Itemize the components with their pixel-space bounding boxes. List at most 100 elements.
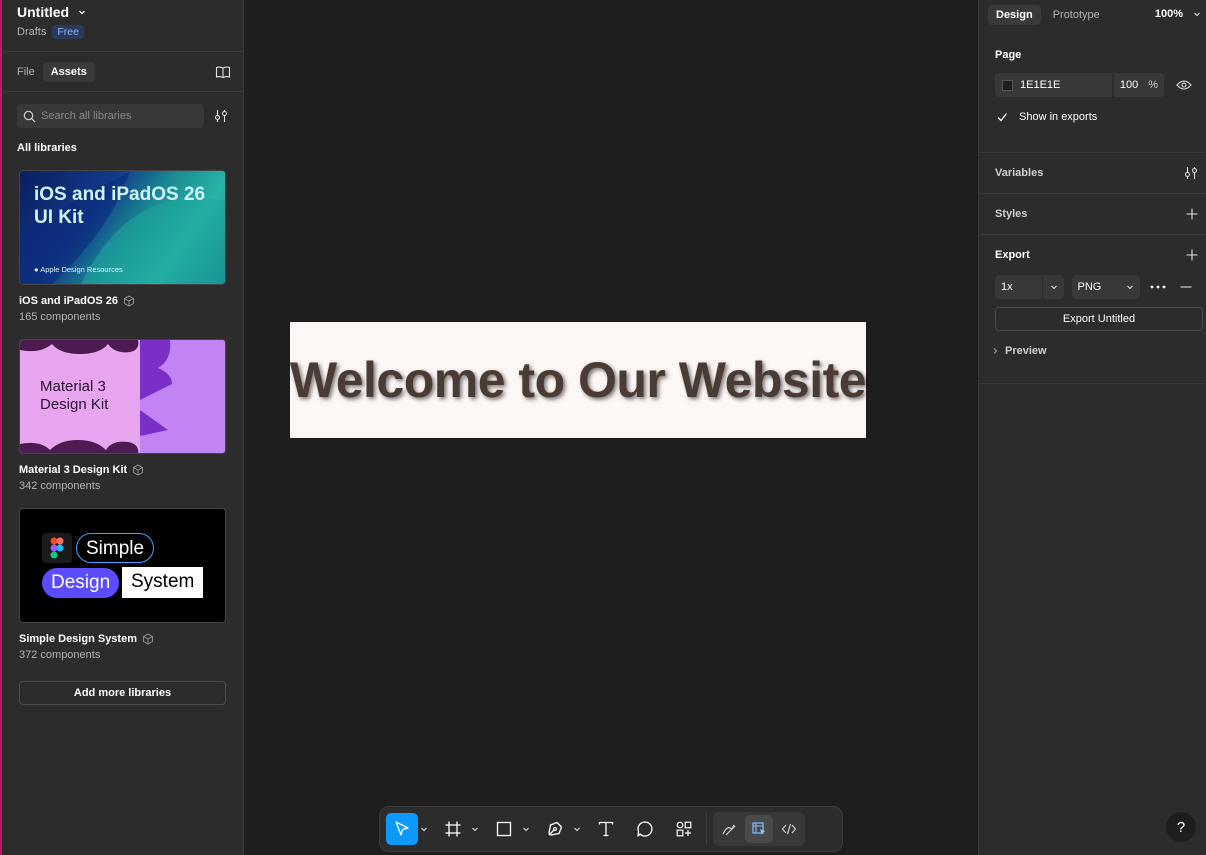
actions-tool[interactable] — [668, 813, 700, 845]
library-count: 372 components — [19, 649, 101, 661]
rectangle-tool[interactable] — [488, 813, 520, 845]
export-scale-select[interactable]: 1x — [995, 275, 1064, 299]
remove-export-minus-icon[interactable] — [1180, 286, 1192, 288]
move-tool[interactable] — [386, 813, 418, 845]
filter-icon[interactable] — [214, 109, 228, 123]
variables-section: Variables — [979, 153, 1206, 194]
app-window: Untitled Drafts Free File Assets Search … — [0, 0, 1206, 855]
file-title[interactable]: Untitled — [17, 4, 69, 20]
mode-switcher — [713, 812, 805, 846]
canvas-frame[interactable]: Welcome to Our Website — [290, 322, 867, 438]
tab-prototype[interactable]: Prototype — [1045, 5, 1108, 25]
styles-section: Styles — [979, 194, 1206, 235]
library-card-simple-design[interactable]: Simple Design System Simple Design Syste… — [19, 508, 226, 661]
plan-badge: Free — [52, 25, 84, 39]
variables-heading: Variables — [995, 167, 1044, 179]
pen-tool[interactable] — [539, 813, 571, 845]
fill-opacity-field[interactable]: 100 % — [1113, 73, 1164, 97]
add-style-plus-icon[interactable] — [1186, 208, 1198, 220]
export-format-value[interactable]: PNG — [1078, 281, 1102, 293]
chevron-down-icon[interactable] — [1126, 283, 1134, 291]
rectangle-tool-chevron-icon[interactable] — [520, 813, 532, 845]
thumb-title-line2: Design Kit — [40, 396, 109, 413]
eye-icon[interactable] — [1176, 79, 1192, 91]
tab-assets[interactable]: Assets — [42, 61, 95, 82]
help-button[interactable]: ? — [1166, 812, 1196, 842]
comment-tool[interactable] — [629, 813, 661, 845]
thumb-word-system: System — [122, 567, 204, 598]
canvas[interactable]: Welcome to Our Website — [244, 0, 978, 855]
page-fill-color-field[interactable]: 1E1E1E — [995, 73, 1112, 97]
zoom-dropdown[interactable]: 100% — [1155, 8, 1201, 20]
frame-heading-text[interactable]: Welcome to Our Website — [290, 351, 867, 409]
fill-hex-value[interactable]: 1E1E1E — [1020, 79, 1060, 91]
library-count: 342 components — [19, 480, 101, 492]
export-scale-value[interactable]: 1x — [1001, 281, 1013, 293]
tab-file[interactable]: File — [17, 62, 43, 82]
add-export-plus-icon[interactable] — [1186, 249, 1198, 261]
move-tool-chevron-icon[interactable] — [418, 813, 430, 845]
chevron-down-icon[interactable] — [1193, 10, 1201, 18]
library-count: 165 components — [19, 311, 101, 323]
zoom-value[interactable]: 100% — [1155, 8, 1183, 20]
dev-mode-icon[interactable] — [775, 815, 803, 843]
left-sidebar: Untitled Drafts Free File Assets Search … — [2, 0, 244, 855]
preview-label[interactable]: Preview — [1005, 345, 1047, 357]
text-tool[interactable] — [590, 813, 622, 845]
pen-tool-chevron-icon[interactable] — [571, 813, 583, 845]
chevron-down-icon[interactable] — [77, 7, 87, 17]
library-card-ios[interactable]: iOS and iPadOS 26 UI Kit ● Apple Design R… — [19, 170, 226, 323]
search-input[interactable] — [41, 110, 191, 122]
fill-opacity-value[interactable]: 100 — [1120, 79, 1138, 91]
search-field[interactable] — [17, 104, 204, 128]
export-section: Export 1x PNG Export Untitled Preview — [979, 235, 1206, 384]
library-thumbnail[interactable]: iOS and iPadOS 26 UI Kit ● Apple Design R… — [19, 170, 226, 285]
thumb-footer: Apple Design Resources — [40, 265, 123, 274]
more-options-icon[interactable] — [1150, 285, 1166, 289]
chevron-down-icon[interactable] — [1041, 275, 1058, 299]
show-in-exports-label[interactable]: Show in exports — [1019, 111, 1097, 123]
tab-design[interactable]: Design — [988, 5, 1041, 25]
thumb-title-line2: UI Kit — [34, 207, 84, 228]
chevron-right-icon[interactable] — [991, 347, 999, 355]
search-icon — [23, 110, 36, 123]
component-icon — [142, 633, 154, 645]
component-icon — [123, 295, 135, 307]
library-thumbnail[interactable]: Simple Design System — [19, 508, 226, 623]
thumb-word-simple: Simple — [76, 533, 155, 563]
properties-panel: Design Prototype 100% Page 1E1E1E 100 % — [978, 0, 1206, 855]
page-section: Page 1E1E1E 100 % Show in exports — [979, 30, 1206, 153]
figma-logo-icon — [42, 533, 72, 563]
page-heading: Page — [995, 49, 1022, 61]
toolbar-divider — [706, 813, 707, 845]
variables-settings-icon[interactable] — [1184, 166, 1198, 180]
right-tabs: Design Prototype 100% — [979, 0, 1206, 30]
export-button[interactable]: Export Untitled — [995, 307, 1203, 331]
left-tabs: File Assets — [2, 52, 243, 92]
library-card-material[interactable]: Material 3 Design Kit Material 3 Design K… — [19, 339, 226, 492]
fill-opacity-unit: % — [1148, 79, 1158, 91]
show-in-exports-row[interactable]: Show in exports — [995, 109, 1192, 125]
file-title-menu[interactable]: Untitled — [17, 4, 228, 20]
apple-logo-icon: ● — [34, 265, 39, 274]
frame-tool[interactable] — [437, 813, 469, 845]
frame-tool-chevron-icon[interactable] — [469, 813, 481, 845]
thumb-title-line1: Material 3 — [40, 378, 106, 395]
export-format-select[interactable]: PNG — [1071, 275, 1140, 299]
library-name: iOS and iPadOS 26 — [19, 295, 119, 307]
design-mode-icon[interactable] — [745, 815, 773, 843]
add-more-libraries-button[interactable]: Add more libraries — [19, 681, 226, 705]
bottom-toolbar — [379, 806, 843, 852]
show-in-exports-checkbox[interactable] — [995, 110, 1009, 124]
library-name: Material 3 Design Kit — [19, 464, 128, 476]
draw-mode-icon[interactable] — [715, 815, 743, 843]
thumb-title-line1: iOS and iPadOS 26 — [34, 184, 206, 205]
library-thumbnail[interactable]: Material 3 Design Kit — [19, 339, 226, 454]
color-swatch[interactable] — [1002, 79, 1013, 91]
all-libraries-heading: All libraries — [17, 142, 77, 154]
styles-heading: Styles — [995, 208, 1028, 220]
book-icon[interactable] — [215, 64, 231, 80]
drafts-link[interactable]: Drafts — [17, 26, 46, 38]
export-heading: Export — [995, 249, 1030, 261]
preview-toggle[interactable]: Preview — [991, 331, 1192, 371]
